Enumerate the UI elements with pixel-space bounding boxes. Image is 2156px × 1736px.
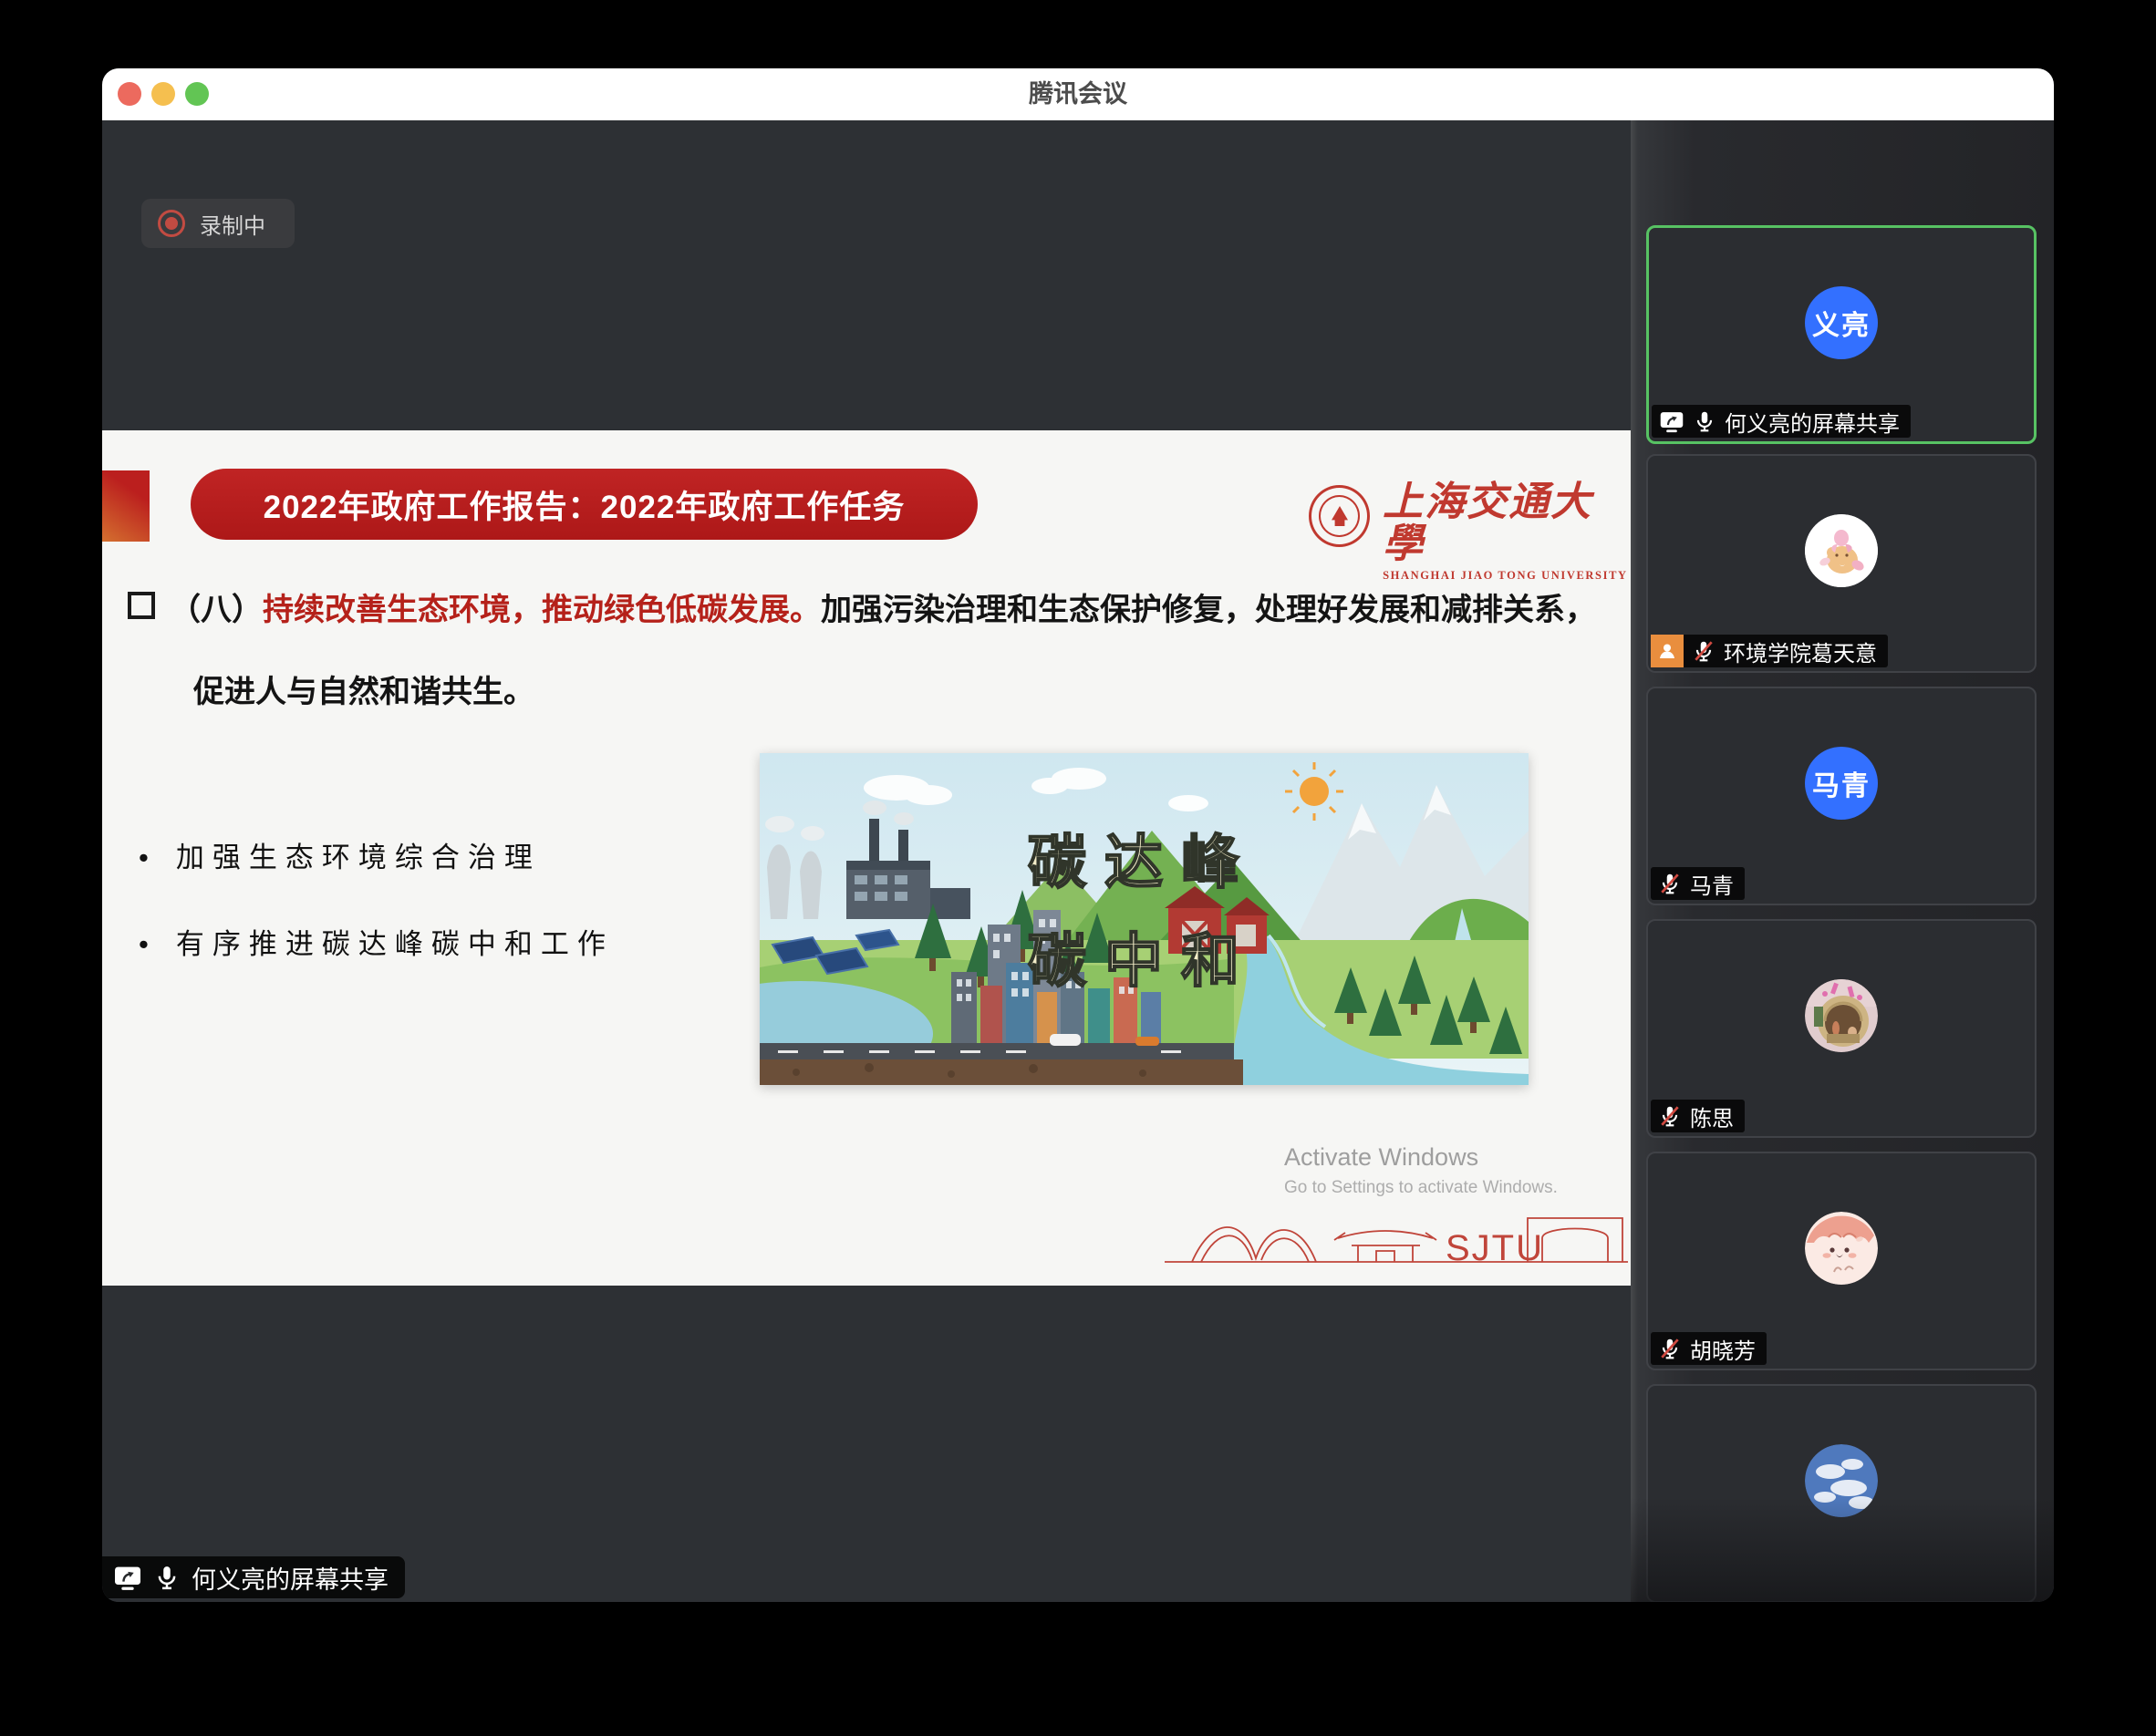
slide-bullet: 有序推进碳达峰碳中和工作 <box>139 921 614 962</box>
mic-muted-icon <box>1692 639 1715 663</box>
watermark-line2: Go to Settings to activate Windows. <box>1284 1178 1558 1198</box>
mic-on-icon <box>153 1564 181 1591</box>
avatar-initials: 义亮 <box>1812 303 1871 343</box>
mic-muted-icon <box>1658 872 1682 895</box>
recording-label: 录制中 <box>200 208 265 240</box>
paragraph-prefix: （八） <box>170 593 263 627</box>
carbon-illustration: 碳达峰 碳中和 <box>760 753 1529 1085</box>
skyline-sjtu-text: SJTU <box>1446 1228 1544 1268</box>
slide-bullet: 加强生态环境综合治理 <box>139 834 614 875</box>
activate-windows-watermark: Activate Windows Go to Settings to activ… <box>1284 1143 1558 1198</box>
participant-tile[interactable]: 胡晓芳 <box>1646 1152 2037 1370</box>
participant-name: 陈思 <box>1690 1100 1734 1132</box>
screen-share-status-bar: 何义亮的屏幕共享 <box>102 1556 405 1598</box>
mic-on-icon <box>1693 409 1716 433</box>
screen-share-icon <box>1659 408 1684 434</box>
participant-tile-sharer[interactable]: 义亮 <box>1646 225 2037 444</box>
sjtu-seal-icon <box>1309 485 1370 547</box>
participant-name: 环境学院葛天意 <box>1724 636 1877 667</box>
sjtu-skyline-drawing: SJTU <box>1165 1205 1630 1271</box>
sjtu-logo: 上海交通大學 SHANGHAI JIAO TONG UNIVERSITY <box>1309 481 1631 583</box>
participant-tag: 何义亮的屏幕共享 <box>1652 405 1911 438</box>
avatar: 马青 <box>1805 747 1878 820</box>
meeting-window: 腾讯会议 录制中 2022年政府工作报告：2022年政府工作任务 上海交通大學 … <box>102 68 2054 1602</box>
recording-dot-icon <box>158 210 185 237</box>
paragraph-black-text-2: 促进人与自然和谐共生。 <box>193 675 534 709</box>
participant-name: 马青 <box>1690 868 1734 900</box>
participant-tag: 胡晓芳 <box>1651 1332 1767 1365</box>
recording-indicator[interactable]: 录制中 <box>141 199 295 248</box>
avatar <box>1805 979 1878 1052</box>
participant-name: 何义亮的屏幕共享 <box>1725 406 1900 438</box>
slide-title-banner: 2022年政府工作报告：2022年政府工作任务 <box>191 469 978 540</box>
avatar: 义亮 <box>1805 286 1878 359</box>
shared-screen-slide: 2022年政府工作报告：2022年政府工作任务 上海交通大學 SHANGHAI … <box>102 430 1631 1286</box>
slide-paragraph: （八）持续改善生态环境，推动绿色低碳发展。加强污染治理和生态保护修复，处理好发展… <box>128 569 1689 733</box>
participant-tile[interactable] <box>1646 1384 2037 1602</box>
window-title: 腾讯会议 <box>102 68 2054 120</box>
avatar <box>1805 1212 1878 1285</box>
person-icon <box>1651 635 1684 667</box>
participants-panel: 义亮 <box>1631 120 2054 1602</box>
participant-tag: 马青 <box>1651 867 1745 900</box>
avatar <box>1805 1444 1878 1517</box>
participant-tag: 环境学院葛天意 <box>1651 635 1888 667</box>
screen-share-icon <box>113 1563 142 1592</box>
sjtu-logo-cn: 上海交通大學 <box>1383 481 1631 565</box>
mic-muted-icon <box>1658 1337 1682 1360</box>
mic-muted-icon <box>1658 1104 1682 1128</box>
paragraph-black-text-1: 加强污染治理和生态保护修复，处理好发展和减排关系， <box>821 593 1596 627</box>
slide-accent-square <box>102 470 150 542</box>
avatar <box>1805 514 1878 587</box>
avatar-initials: 马青 <box>1812 763 1871 803</box>
participant-tag: 陈思 <box>1651 1100 1745 1132</box>
participant-tile[interactable]: 环境学院葛天意 <box>1646 454 2037 673</box>
meeting-content: 录制中 2022年政府工作报告：2022年政府工作任务 上海交通大學 SHANG… <box>102 120 2054 1602</box>
share-bar-label: 何义亮的屏幕共享 <box>192 1560 389 1596</box>
square-bullet-icon <box>128 592 155 619</box>
participant-tile[interactable]: 马青 马青 <box>1646 687 2037 905</box>
watermark-line1: Activate Windows <box>1284 1143 1558 1172</box>
illustration-line1: 碳达峰 <box>1028 830 1258 895</box>
paragraph-red-text: 持续改善生态环境，推动绿色低碳发展。 <box>263 593 821 627</box>
illustration-line2: 碳中和 <box>1028 928 1258 994</box>
slide-bullet-list: 加强生态环境综合治理 有序推进碳达峰碳中和工作 <box>139 834 614 1008</box>
participant-name: 胡晓芳 <box>1690 1333 1756 1365</box>
titlebar: 腾讯会议 <box>102 68 2054 120</box>
participant-tile[interactable]: 陈思 <box>1646 919 2037 1138</box>
